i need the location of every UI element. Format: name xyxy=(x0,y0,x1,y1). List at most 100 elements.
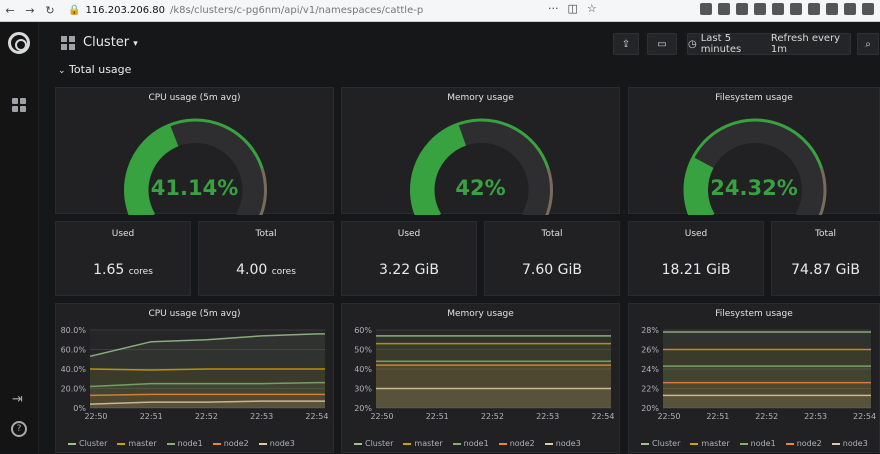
line-chart: 0%20.0%40.0%60.0%80.0%22:50 22:51 22:52 22:… xyxy=(61,326,329,421)
legend-item[interactable]: node3 xyxy=(831,439,868,448)
extension-icon[interactable] xyxy=(754,3,766,15)
panel-title[interactable]: Total xyxy=(485,229,619,239)
y-tick-label: 50% xyxy=(354,346,372,355)
url-path: /k8s/clusters/c-pg6nm/api/v1/namespaces/… xyxy=(169,5,424,16)
url-bar[interactable]: 🔒 116.203.206.80/k8s/clusters/c-pg6nm/ap… xyxy=(68,2,488,20)
stat-value: 3.22 GiB xyxy=(342,262,476,278)
x-tick-label: 22:54 xyxy=(305,412,328,421)
dashboard-title-text: Cluster xyxy=(83,35,130,50)
forward-button[interactable]: → xyxy=(20,4,40,17)
panel-title[interactable]: Total xyxy=(199,229,333,239)
stat-number: 7.60 GiB xyxy=(522,262,582,278)
line-chart: 20%22%24%26%28%22:50 22:51 22:52 22:53 22:54 xyxy=(641,326,876,421)
page-actions-icon[interactable]: ··· xyxy=(548,2,559,15)
bookmark-star-icon[interactable]: ☆ xyxy=(587,2,597,15)
panel-title[interactable]: Used xyxy=(342,229,476,239)
legend-item[interactable]: Cluster xyxy=(354,439,393,448)
extension-icon[interactable] xyxy=(790,3,802,15)
y-tick-label: 40.0% xyxy=(61,365,87,374)
sign-in-icon[interactable]: ⇥ xyxy=(12,392,23,407)
grafana-logo-icon[interactable] xyxy=(8,32,30,54)
legend-label: node1 xyxy=(177,439,203,448)
gauge-panel-memory: Memory usage 42% xyxy=(341,87,620,215)
chevron-down-icon: ▾ xyxy=(133,39,138,49)
zoom-out-button[interactable]: ⌕ xyxy=(857,33,879,55)
x-tick-label: 22:53 xyxy=(250,412,273,421)
monitor-icon: ▭ xyxy=(657,38,667,50)
legend-item[interactable]: node2 xyxy=(498,439,535,448)
gauge-track xyxy=(686,121,824,215)
stat-number: 18.21 GiB xyxy=(661,262,731,278)
help-icon[interactable]: ? xyxy=(11,421,27,437)
time-picker-button[interactable]: ◷ Last 5 minutes Refresh every 1m xyxy=(687,33,851,55)
share-button[interactable]: ⇪ xyxy=(613,33,639,55)
chart-legend: Cluster master node1 node2 node3 xyxy=(641,439,868,448)
legend-label: master xyxy=(414,439,443,448)
x-tick-label: 22:52 xyxy=(195,412,218,421)
legend-item[interactable]: master xyxy=(403,439,443,448)
legend-label: node2 xyxy=(509,439,535,448)
row-title[interactable]: ⌄ Total usage xyxy=(58,63,131,76)
gauge-value: 24.32% xyxy=(710,176,798,200)
x-tick-label: 22:54 xyxy=(853,412,876,421)
extension-icon[interactable] xyxy=(844,3,856,15)
legend-item[interactable]: Cluster xyxy=(641,439,680,448)
x-tick-label: 22:50 xyxy=(370,412,393,421)
gauge-value: 41.14% xyxy=(150,176,239,200)
stat-value: 7.60 GiB xyxy=(485,262,619,278)
legend-label: node3 xyxy=(842,439,868,448)
gauge-value: 42% xyxy=(455,176,506,200)
gauge-panel-filesystem: Filesystem usage 24.32% xyxy=(628,87,880,215)
legend-item[interactable]: node3 xyxy=(258,439,295,448)
panel-title[interactable]: Used xyxy=(56,229,190,239)
sidebar-icon[interactable] xyxy=(736,3,748,15)
y-tick-label: 28% xyxy=(641,326,659,335)
tv-mode-button[interactable]: ▭ xyxy=(647,33,677,55)
y-tick-label: 26% xyxy=(641,346,659,355)
legend-item[interactable]: node2 xyxy=(212,439,249,448)
chevron-down-icon: ⌄ xyxy=(58,66,66,76)
stat-number: 74.87 GiB xyxy=(791,262,860,278)
extension-icon[interactable] xyxy=(808,3,820,15)
dashboards-icon[interactable] xyxy=(12,98,26,112)
stat-panel-cpu-used: Used 1.65 cores xyxy=(55,221,191,296)
dashboard-title[interactable]: Cluster ▾ xyxy=(83,35,138,50)
y-tick-label: 40% xyxy=(354,365,372,374)
extension-icon[interactable] xyxy=(826,3,838,15)
graph-panel-memory: Memory usage 20% 30% 40% 50% 60% 22:50 22:51 22… xyxy=(341,303,620,453)
panel-title[interactable]: Total xyxy=(772,229,879,239)
x-tick-label: 22:51 xyxy=(426,412,449,421)
series-area xyxy=(663,395,871,408)
legend-item[interactable]: Cluster xyxy=(68,439,107,448)
x-tick-label: 22:52 xyxy=(755,412,778,421)
y-tick-label: 20.0% xyxy=(61,385,87,394)
x-tick-label: 22:50 xyxy=(84,412,107,421)
chart-legend: Cluster master node1 node2 node3 xyxy=(68,439,295,448)
clock-icon: ◷ xyxy=(688,38,697,50)
x-tick-label: 22:50 xyxy=(657,412,680,421)
legend-label: node3 xyxy=(555,439,581,448)
x-tick-label: 22:53 xyxy=(536,412,559,421)
legend-item[interactable]: node1 xyxy=(452,439,489,448)
downloads-icon[interactable] xyxy=(700,3,712,15)
pocket-icon[interactable]: ◫ xyxy=(568,2,578,15)
y-tick-label: 24% xyxy=(641,365,659,374)
graph-panel-cpu: CPU usage (5m avg) 0% 20.0% 40.0% 60.0% 80.0… xyxy=(55,303,334,453)
extension-icon[interactable] xyxy=(772,3,784,15)
legend-item[interactable]: node1 xyxy=(166,439,203,448)
legend-item[interactable]: node2 xyxy=(785,439,822,448)
stat-unit: cores xyxy=(128,267,153,277)
menu-icon[interactable] xyxy=(862,3,874,15)
panel-title[interactable]: Used xyxy=(629,229,763,239)
reload-button[interactable]: ↻ xyxy=(40,4,60,17)
legend-item[interactable]: master xyxy=(690,439,730,448)
back-button[interactable]: ← xyxy=(0,4,20,17)
x-tick-label: 22:51 xyxy=(706,412,729,421)
share-icon: ⇪ xyxy=(621,38,631,50)
legend-item[interactable]: node1 xyxy=(739,439,776,448)
library-icon[interactable] xyxy=(718,3,730,15)
url-host: 116.203.206.80 xyxy=(85,5,165,16)
x-tick-label: 22:54 xyxy=(591,412,614,421)
legend-item[interactable]: master xyxy=(117,439,157,448)
legend-item[interactable]: node3 xyxy=(544,439,581,448)
